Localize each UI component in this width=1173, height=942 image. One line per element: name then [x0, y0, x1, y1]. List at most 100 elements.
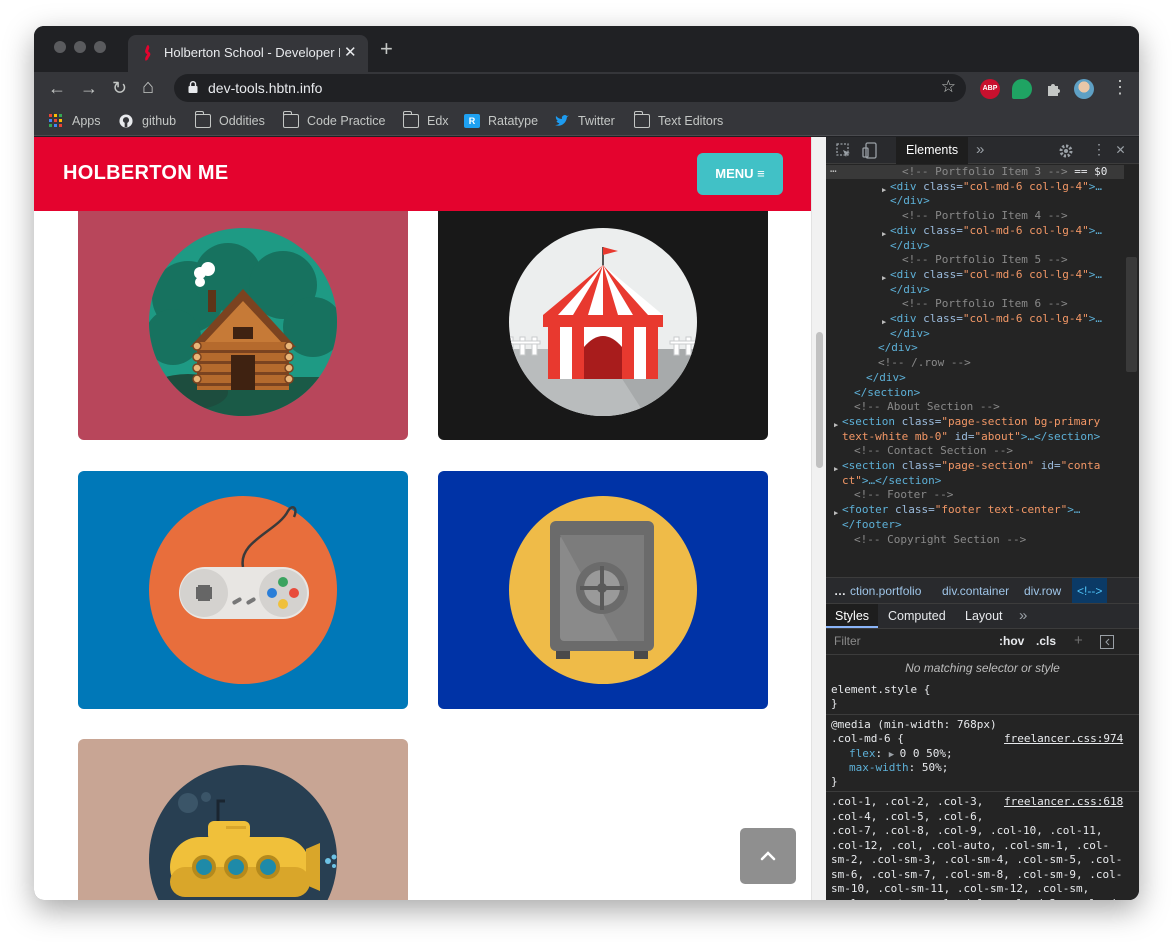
browser-tab[interactable]: Holberton School - Developer P ✕ [128, 35, 368, 72]
puzzle-extensions-icon[interactable] [1044, 79, 1064, 99]
styles-pane[interactable]: No matching selector or style element.st… [826, 655, 1139, 900]
dom-node-line[interactable]: <!-- About Section --> [854, 400, 1000, 415]
tab-computed[interactable]: Computed [888, 609, 946, 623]
minimize-window-button[interactable] [74, 41, 86, 53]
site-brand[interactable]: HOLBERTON ME [63, 162, 228, 185]
dom-node-line[interactable]: </div> [866, 371, 906, 386]
col-grid-selectors[interactable]: .col-1, .col-2, .col-3, .col-4, .col-5, .… [831, 795, 1122, 900]
close-window-button[interactable] [54, 41, 66, 53]
element-style-rule[interactable]: element.style { [831, 683, 930, 698]
profile-avatar[interactable] [1074, 79, 1094, 99]
dom-node-line[interactable]: <!-- /.row --> [878, 356, 971, 371]
dom-node-line[interactable]: </div> [890, 327, 930, 342]
col-md-6-selector[interactable]: .col-md-6 { [831, 732, 904, 747]
dom-node-line[interactable]: <div class="col-md-6 col-lg-4">… [890, 312, 1102, 327]
bookmark-oddities[interactable]: Oddities [194, 111, 265, 130]
breadcrumb-overflow[interactable]: … [834, 578, 846, 603]
dom-node-line[interactable]: </div> [878, 341, 918, 356]
device-toolbar-icon[interactable] [862, 142, 878, 159]
reload-button[interactable]: ↻ [112, 78, 127, 99]
dom-node-line[interactable]: <section class="page-section bg-primary [842, 415, 1100, 430]
dom-node-line[interactable]: </div> [890, 283, 930, 298]
tab-layout[interactable]: Layout [965, 609, 1003, 623]
tab-elements[interactable]: Elements [896, 137, 969, 164]
dom-node-line[interactable]: </div> [890, 239, 930, 254]
expand-node-icon[interactable]: ▶ [834, 418, 838, 433]
expand-node-icon[interactable]: ▶ [882, 227, 886, 242]
breadcrumb-section[interactable]: ction.portfolio [850, 578, 921, 603]
more-tabs-button[interactable]: » [976, 141, 984, 158]
dom-scrollbar-thumb[interactable] [1126, 257, 1137, 372]
max-width-property[interactable]: max-width: 50%; [849, 761, 948, 776]
dom-node-line[interactable]: </div> [890, 194, 930, 209]
page-viewport[interactable]: HOLBERTON ME MENU ≡ [34, 137, 811, 900]
portfolio-item-cabin[interactable] [78, 177, 408, 440]
bookmark-ratatype[interactable]: R Ratatype [464, 112, 538, 130]
class-toggle[interactable]: .cls [1036, 634, 1056, 648]
devtools-menu-icon[interactable]: ⋮ [1092, 142, 1106, 158]
dom-node-line[interactable]: <!-- Portfolio Item 6 --> [902, 297, 1068, 312]
dom-node-line[interactable]: <section class="page-section" id="conta [842, 459, 1100, 474]
back-to-top-button[interactable] [740, 828, 796, 884]
menu-button[interactable]: MENU ≡ [697, 153, 783, 195]
forward-button[interactable]: → [80, 78, 98, 99]
portfolio-item-circus-tent[interactable] [438, 177, 768, 440]
dom-node-line[interactable]: <footer class="footer text-center">… [842, 503, 1080, 518]
expand-node-icon[interactable]: ▶ [882, 271, 886, 286]
dom-tree[interactable]: … <!-- Portfolio Item 3 --> == $0 ▶ <div cl… [826, 164, 1139, 550]
dom-node-line[interactable]: <div class="col-md-6 col-lg-4">… [890, 180, 1102, 195]
back-button[interactable]: ← [48, 78, 66, 99]
toggle-sidebar-icon[interactable] [1100, 635, 1114, 649]
expand-node-icon[interactable]: ▶ [834, 506, 838, 521]
expand-node-icon[interactable]: ▶ [882, 183, 886, 198]
bookmark-github[interactable]: github [118, 112, 176, 130]
dom-node-line[interactable]: <div class="col-md-6 col-lg-4">… [890, 268, 1102, 283]
dom-node-line[interactable]: </section> [854, 386, 920, 401]
home-button[interactable]: ⌂ [142, 76, 154, 99]
adblock-extension-icon[interactable]: ABP [980, 79, 1000, 99]
dom-node-line[interactable]: ct">…</section> [842, 474, 941, 489]
new-style-rule-icon[interactable]: + [1074, 632, 1083, 649]
freelancer-css-974-link[interactable]: freelancer.css:974 [1004, 732, 1123, 747]
bookmark-twitter[interactable]: Twitter [554, 112, 615, 130]
expand-node-icon[interactable]: ▶ [834, 462, 838, 477]
page-scrollbar-thumb[interactable] [816, 332, 823, 468]
breadcrumb-comment[interactable]: <!--> [1072, 578, 1108, 603]
hover-state-toggle[interactable]: :hov [999, 634, 1024, 648]
dom-node-line[interactable]: </footer> [842, 518, 902, 533]
green-extension-icon[interactable] [1012, 79, 1032, 99]
bookmark-star-icon[interactable]: ☆ [941, 77, 956, 97]
breadcrumb-row[interactable]: div.row [1024, 578, 1061, 603]
address-bar[interactable]: dev-tools.hbtn.info ☆ [174, 74, 966, 102]
bookmark-text-editors[interactable]: Text Editors [633, 111, 723, 130]
close-devtools-icon[interactable]: ✕ [1116, 140, 1125, 158]
dom-node-line[interactable]: <div class="col-md-6 col-lg-4">… [890, 224, 1102, 239]
page-scrollbar[interactable] [811, 137, 826, 900]
inspect-element-icon[interactable] [836, 143, 852, 159]
url-text[interactable]: dev-tools.hbtn.info [208, 80, 322, 96]
dom-node-line[interactable]: <!-- Portfolio Item 4 --> [902, 209, 1068, 224]
expand-node-icon[interactable]: ▶ [882, 315, 886, 330]
portfolio-item-safe[interactable] [438, 471, 768, 709]
dom-node-line[interactable]: <!-- Contact Section --> [854, 444, 1013, 459]
dom-node-line[interactable]: text-white mb-0" id="about">…</section> [842, 430, 1100, 445]
dom-node-line[interactable]: <!-- Portfolio Item 5 --> [902, 253, 1068, 268]
dom-node-line[interactable]: <!-- Copyright Section --> [854, 533, 1026, 548]
dom-node-line[interactable]: <!-- Portfolio Item 3 --> == $0 [902, 165, 1107, 180]
maximize-window-button[interactable] [94, 41, 106, 53]
portfolio-item-submarine[interactable] [78, 739, 408, 900]
portfolio-item-game-controller[interactable] [78, 471, 408, 709]
bookmark-code-practice[interactable]: Code Practice [282, 111, 386, 130]
new-tab-button[interactable]: + [380, 36, 393, 62]
styles-filter-input[interactable]: Filter [834, 634, 861, 648]
more-subtabs-button[interactable]: » [1019, 607, 1027, 624]
browser-menu-icon[interactable]: ⋮ [1111, 77, 1129, 98]
tab-close-button[interactable]: ✕ [344, 43, 357, 61]
dom-node-line[interactable]: <!-- Footer --> [854, 488, 953, 503]
node-actions-icon[interactable]: … [830, 164, 837, 177]
bookmark-apps[interactable]: Apps [48, 112, 101, 130]
tab-styles[interactable]: Styles [826, 604, 879, 628]
settings-gear-icon[interactable] [1058, 143, 1074, 159]
breadcrumb-container[interactable]: div.container [942, 578, 1009, 603]
bookmark-edx[interactable]: Edx [402, 111, 449, 130]
